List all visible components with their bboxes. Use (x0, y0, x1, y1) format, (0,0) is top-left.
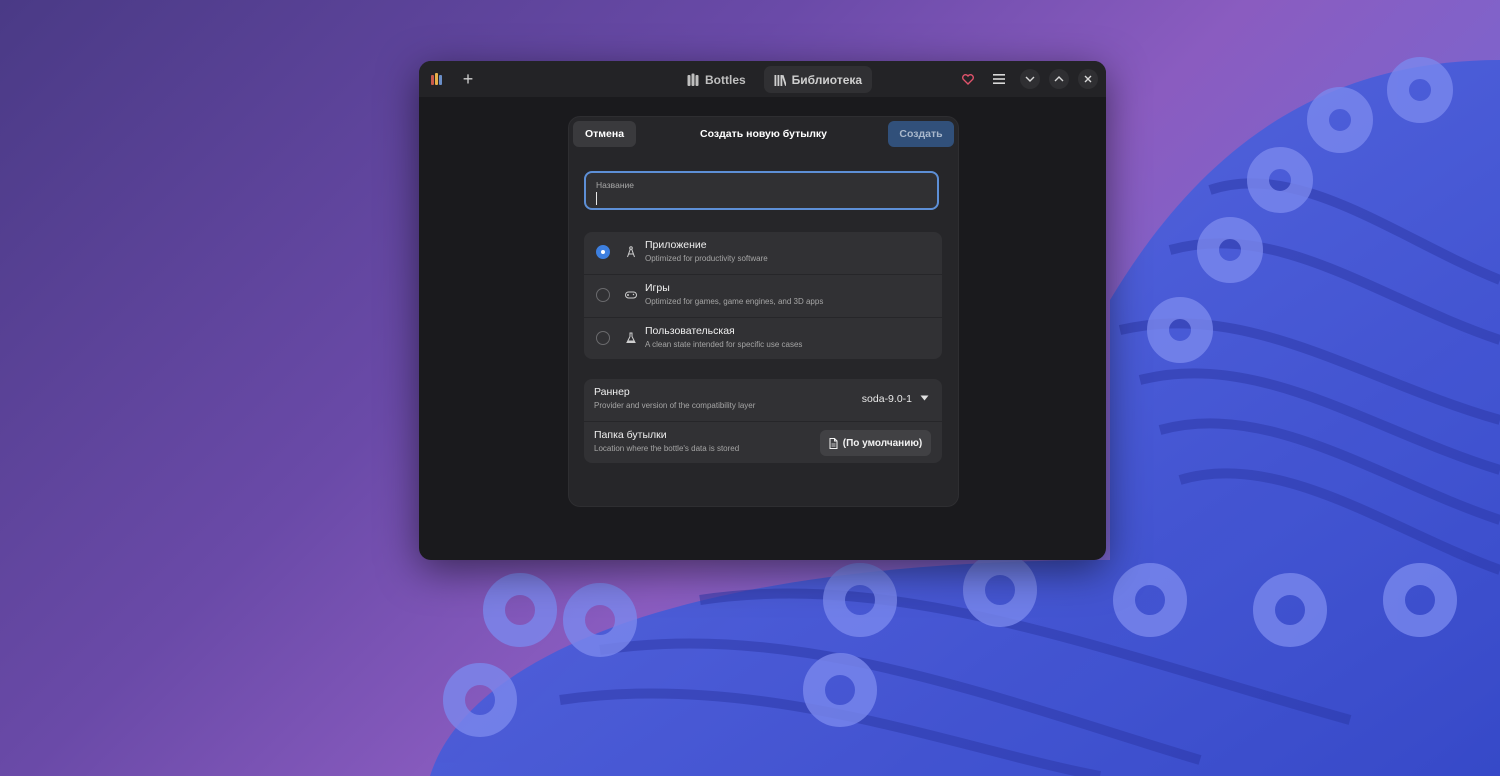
folder-button-label: (По умолчанию) (842, 437, 923, 449)
folder-subtitle: Location where the bottle's data is stor… (594, 444, 740, 453)
environment-title: Пользовательская (645, 325, 735, 337)
radio-application[interactable] (596, 245, 610, 259)
plus-icon[interactable]: + (459, 70, 477, 88)
new-bottle-dialog: Создать новую бутылку Отмена Создать Наз… (568, 116, 959, 507)
environment-subtitle: Optimized for games, game engines, and 3… (645, 297, 824, 306)
titlebar: + Bottles Библиотека (419, 61, 1106, 97)
close-icon (1084, 75, 1092, 83)
environment-option-custom[interactable]: Пользовательская A clean state intended … (584, 318, 942, 359)
bottles-app-icon (429, 71, 445, 87)
choose-folder-button[interactable]: (По умолчанию) (820, 430, 931, 456)
maximize-button[interactable] (1049, 69, 1069, 89)
document-icon (829, 437, 838, 449)
name-field[interactable]: Название (584, 171, 939, 210)
minimize-button[interactable] (1020, 69, 1040, 89)
bottles-icon (687, 73, 699, 86)
environment-list: Приложение Optimized for productivity so… (584, 232, 942, 359)
gamepad-icon (624, 288, 638, 302)
runner-subtitle: Provider and version of the compatibilit… (594, 401, 756, 410)
name-field-label: Название (596, 180, 634, 190)
runner-row[interactable]: Раннер Provider and version of the compa… (584, 379, 942, 422)
create-button[interactable]: Создать (888, 121, 954, 147)
runner-title: Раннер (594, 386, 630, 398)
tab-bottles[interactable]: Bottles (677, 66, 756, 93)
heart-icon[interactable] (959, 70, 977, 88)
chevron-up-icon (1054, 76, 1064, 82)
hamburger-menu-icon[interactable] (990, 70, 1008, 88)
environment-title: Игры (645, 282, 670, 294)
cancel-button[interactable]: Отмена (573, 121, 636, 147)
tab-library[interactable]: Библиотека (763, 66, 873, 93)
environment-option-gaming[interactable]: Игры Optimized for games, game engines, … (584, 275, 942, 318)
compass-icon (624, 245, 638, 259)
tab-bottles-label: Bottles (705, 72, 746, 87)
view-switcher: Bottles Библиотека (677, 66, 873, 93)
library-icon (774, 74, 786, 86)
bottle-settings-list: Раннер Provider and version of the compa… (584, 379, 942, 463)
chevron-down-icon (1025, 76, 1035, 82)
radio-custom[interactable] (596, 331, 610, 345)
flask-icon (624, 331, 638, 345)
dropdown-arrow-icon[interactable] (920, 393, 930, 405)
bottle-folder-row: Папка бутылки Location where the bottle'… (584, 422, 942, 463)
radio-gaming[interactable] (596, 288, 610, 302)
close-button[interactable] (1078, 69, 1098, 89)
environment-title: Приложение (645, 239, 707, 251)
runner-value[interactable]: soda-9.0-1 (862, 393, 912, 405)
environment-subtitle: Optimized for productivity software (645, 254, 768, 263)
environment-subtitle: A clean state intended for specific use … (645, 340, 803, 349)
tab-library-label: Библиотека (791, 72, 863, 87)
environment-option-application[interactable]: Приложение Optimized for productivity so… (584, 232, 942, 275)
folder-title: Папка бутылки (594, 429, 667, 441)
text-caret (596, 192, 597, 205)
bottles-window: + Bottles Библиотека Создать новую бутыл… (419, 61, 1106, 560)
